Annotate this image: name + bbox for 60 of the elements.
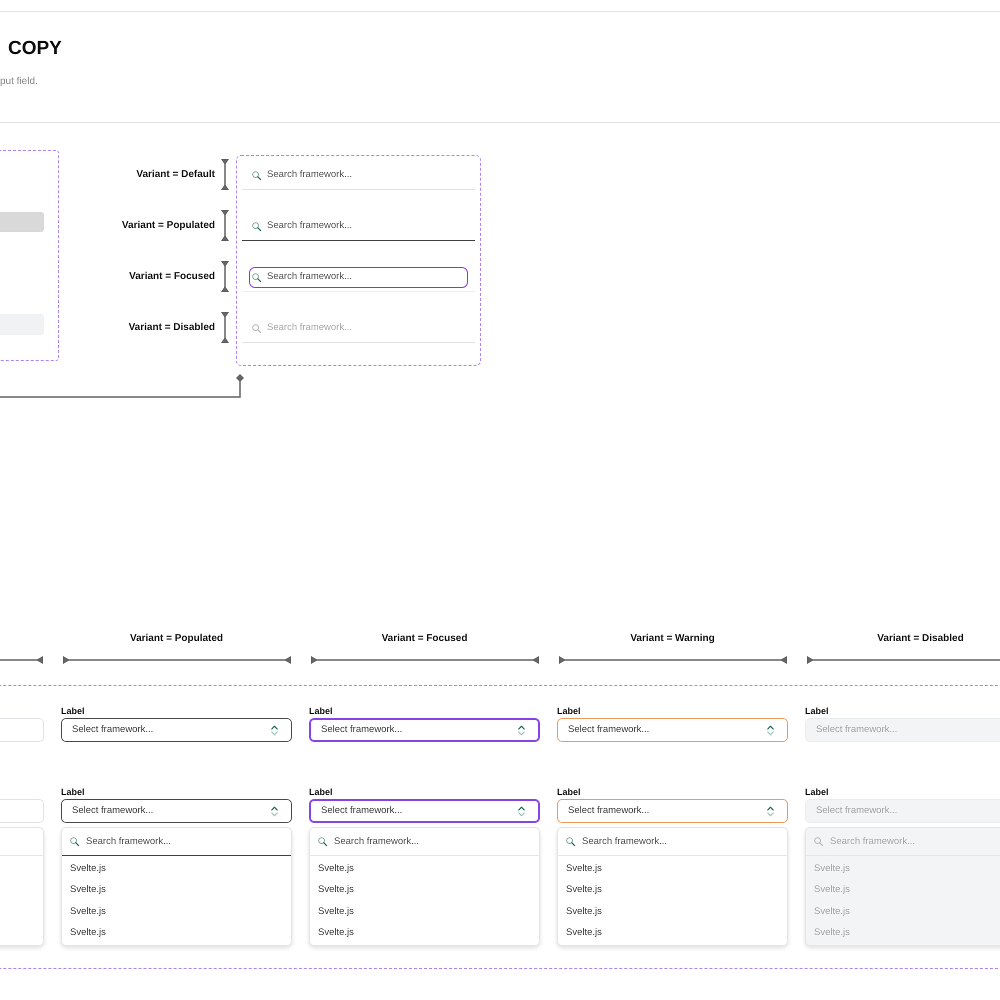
height-marker — [221, 210, 229, 241]
select-field[interactable]: Select framework... — [61, 718, 292, 742]
variant-label: Variant = Populated — [122, 218, 215, 232]
field-label: Label — [805, 787, 829, 797]
search-field[interactable]: Search framework... — [242, 210, 475, 241]
input-field[interactable] — [0, 212, 44, 232]
search-field[interactable]: Search framework... — [310, 828, 539, 856]
dropdown-option[interactable]: Svelte.js — [566, 906, 602, 918]
search-icon — [318, 837, 327, 846]
chevron-up-down-icon — [518, 806, 525, 816]
variant-label: Variant = Default — [136, 168, 215, 182]
variant-heading: Variant = Warning — [630, 632, 715, 646]
variant-label: Variant = Focused — [129, 270, 215, 284]
height-marker — [221, 312, 229, 343]
variant-heading: Variant = Disabled — [877, 632, 964, 646]
page-description: put field. — [0, 75, 38, 89]
select-field[interactable]: Select framework... — [557, 799, 788, 823]
field-label: Label — [309, 787, 333, 797]
select-field[interactable]: Select framework... — [61, 799, 292, 823]
variant-heading: Variant = Focused — [382, 632, 468, 646]
select-field[interactable]: Select framework... — [309, 718, 540, 742]
dropdown-option[interactable]: Svelte.js — [318, 927, 354, 940]
dropdown-option[interactable]: Svelte.js — [318, 862, 354, 875]
dropdown-option[interactable]: Svelte.js — [566, 862, 602, 875]
dropdown-option[interactable]: Svelte.js — [70, 927, 106, 940]
variant-heading: Variant = Populated — [130, 632, 224, 646]
field-label: Label — [557, 706, 581, 716]
dropdown-option[interactable]: Svelte.js — [70, 884, 106, 896]
chevron-up-down-icon — [271, 724, 278, 736]
chevron-up-down-icon — [767, 806, 774, 816]
variant-label: Variant = Disabled — [128, 320, 215, 334]
height-marker — [221, 159, 229, 190]
chevron-up-down-icon — [518, 724, 525, 736]
field-label: Label — [557, 787, 581, 797]
field-label: Label — [309, 706, 333, 716]
height-marker — [221, 261, 229, 292]
dropdown-option[interactable]: Svelte.js — [70, 906, 106, 918]
search-icon — [252, 272, 261, 282]
dropdown-option[interactable]: Svelte.js — [318, 906, 354, 918]
dropdown-option[interactable]: Svelte.js — [70, 862, 106, 875]
search-icon — [252, 324, 261, 332]
select-field[interactable]: Select framework... — [557, 718, 788, 742]
dropdown-option[interactable]: Svelte.js — [318, 884, 354, 896]
search-field[interactable]: Search framework... — [558, 828, 787, 856]
search-icon — [814, 837, 823, 846]
dropdown-option[interactable]: Svelte.js — [566, 884, 602, 896]
field-label: Label — [61, 706, 85, 716]
dropdown-option[interactable]: Svelte.js — [566, 927, 602, 940]
chevron-up-down-icon — [271, 806, 278, 816]
search-icon — [566, 837, 575, 846]
page-title: COPY — [7, 37, 62, 61]
search-field[interactable]: Search framework... — [242, 159, 475, 190]
chevron-up-down-icon — [767, 724, 774, 736]
search-field[interactable]: Search framework... — [62, 828, 291, 856]
search-icon — [252, 222, 261, 230]
search-icon — [70, 837, 79, 846]
field-label: Label — [61, 787, 85, 797]
search-icon — [252, 170, 261, 180]
select-field[interactable]: Select framework... — [309, 799, 540, 823]
field-label: Label — [805, 706, 829, 716]
